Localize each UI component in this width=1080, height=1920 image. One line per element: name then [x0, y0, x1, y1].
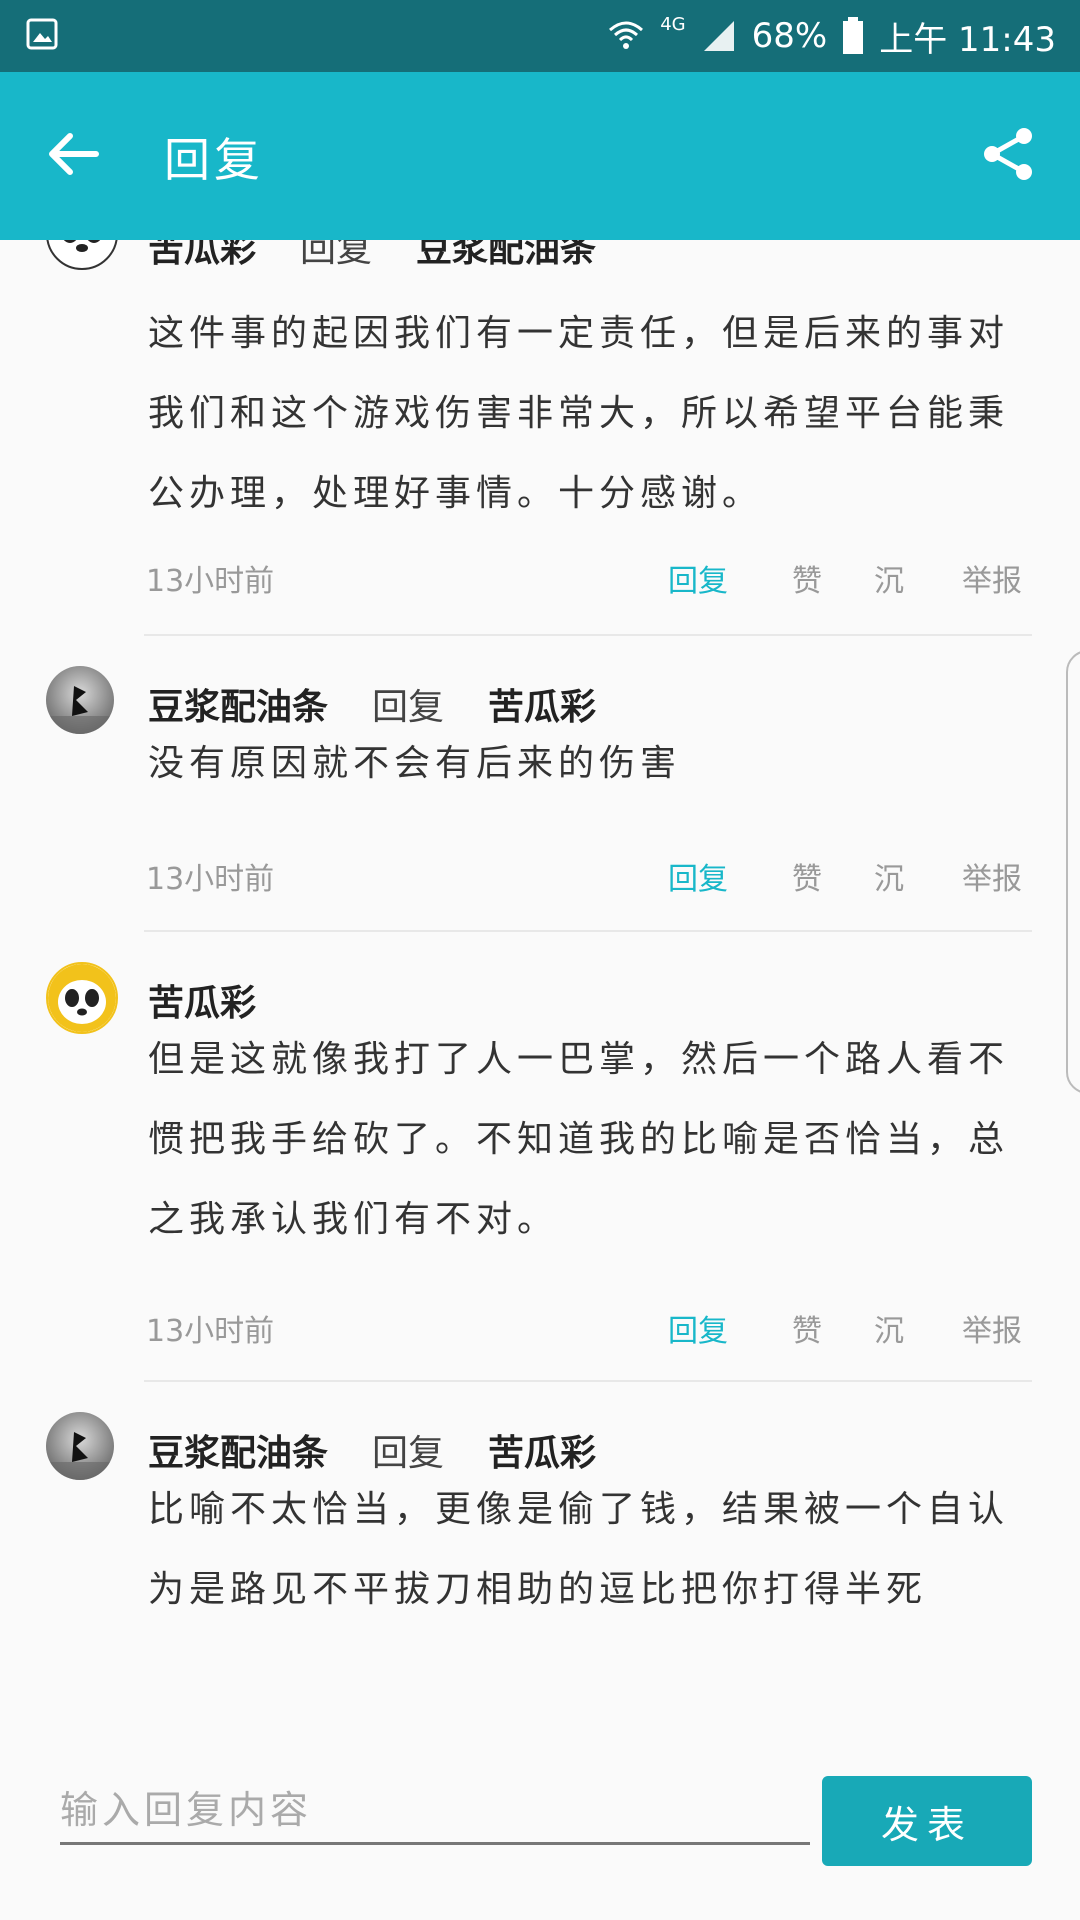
- sink-button[interactable]: 沉: [874, 854, 904, 898]
- app-bar: 回复: [0, 72, 1080, 240]
- comment-text: 但是这就像我打了人一巴掌，然后一个路人看不惯把我手给砍了。不知道我的比喻是否恰当…: [148, 1039, 1010, 1240]
- share-icon[interactable]: [980, 126, 1036, 182]
- network-type: 4G: [660, 13, 686, 35]
- comment-text: 没有原因就不会有后来的伤害: [148, 743, 682, 784]
- clock: 上午 11:43: [879, 19, 1056, 60]
- comment-text: 比喻不太恰当，更像是偷了钱，结果被一个自认为是路见不平拔刀相助的逗比把你打得半死: [148, 1489, 1010, 1610]
- reply-button[interactable]: 回复: [668, 1306, 728, 1350]
- like-button[interactable]: 赞: [792, 1306, 822, 1350]
- back-arrow-icon[interactable]: [44, 124, 104, 184]
- reply-button[interactable]: 回复: [668, 854, 728, 898]
- comment-meta: 13小时前 回复 赞 沉 举报: [146, 556, 1030, 599]
- panda-avatar: [48, 964, 116, 1032]
- reply-bar: 发表: [0, 1730, 1080, 1920]
- reply-word: 回复: [300, 240, 373, 270]
- sink-button[interactable]: 沉: [874, 1306, 904, 1350]
- user-avatar[interactable]: [46, 240, 118, 270]
- wifi-icon: [609, 21, 644, 49]
- user-avatar[interactable]: [46, 666, 114, 734]
- comment-time: 13小时前: [146, 564, 275, 599]
- ink-avatar: [46, 1432, 114, 1480]
- comment-author[interactable]: 苦瓜彩: [148, 983, 256, 1024]
- report-button[interactable]: 举报: [962, 1306, 1022, 1350]
- status-bar: 4G 68% 上午 11:43: [0, 0, 1080, 72]
- like-button[interactable]: 赞: [792, 854, 822, 898]
- scroll-indicator[interactable]: [1066, 650, 1080, 1094]
- battery-percent: 68%: [751, 16, 828, 56]
- reply-target[interactable]: 苦瓜彩: [488, 687, 596, 728]
- reply-target[interactable]: 苦瓜彩: [488, 1433, 596, 1474]
- sink-button[interactable]: 沉: [874, 556, 904, 600]
- comment-author-line: 豆浆配油条 回复 苦瓜彩: [148, 678, 596, 730]
- reply-word: 回复: [372, 687, 445, 728]
- comment-author-line: 苦瓜彩 回复 豆浆配油条: [148, 240, 596, 272]
- comment-author[interactable]: 苦瓜彩: [148, 240, 256, 270]
- panda-avatar: [63, 240, 101, 252]
- user-avatar[interactable]: [46, 962, 118, 1034]
- ink-avatar: [46, 686, 114, 734]
- like-button[interactable]: 赞: [792, 556, 822, 600]
- reply-target[interactable]: 豆浆配油条: [416, 240, 596, 270]
- reply-input[interactable]: [60, 1778, 810, 1845]
- battery-icon: [843, 17, 864, 54]
- reply-word: 回复: [372, 1433, 445, 1474]
- comment-text: 这件事的起因我们有一定责任，但是后来的事对我们和这个游戏伤害非常大，所以希望平台…: [148, 313, 1010, 514]
- report-button[interactable]: 举报: [962, 556, 1022, 600]
- divider: [144, 634, 1032, 636]
- comment-meta: 13小时前 回复 赞 沉 举报: [146, 854, 1030, 897]
- comment-list[interactable]: 苦瓜彩 回复 豆浆配油条 这件事的起因我们有一定责任，但是后来的事对我们和这个游戏伤…: [0, 240, 1080, 1730]
- signal-icon: [703, 21, 734, 51]
- comment-time: 13小时前: [146, 1314, 275, 1349]
- comment-meta: 13小时前 回复 赞 沉 举报: [146, 1306, 1030, 1349]
- page-title: 回复: [164, 133, 264, 187]
- report-button[interactable]: 举报: [962, 854, 1022, 898]
- user-avatar[interactable]: [46, 1412, 114, 1480]
- divider: [144, 1380, 1032, 1382]
- reply-button[interactable]: 回复: [668, 556, 728, 600]
- image-icon: [26, 18, 58, 50]
- divider: [144, 930, 1032, 932]
- comment-author-line: 豆浆配油条 回复 苦瓜彩: [148, 1424, 596, 1476]
- comment-author-line: 苦瓜彩: [148, 974, 256, 1026]
- comment-author[interactable]: 豆浆配油条: [148, 1433, 328, 1474]
- comment-time: 13小时前: [146, 862, 275, 897]
- comment-author[interactable]: 豆浆配油条: [148, 687, 328, 728]
- send-button[interactable]: 发表: [822, 1776, 1032, 1866]
